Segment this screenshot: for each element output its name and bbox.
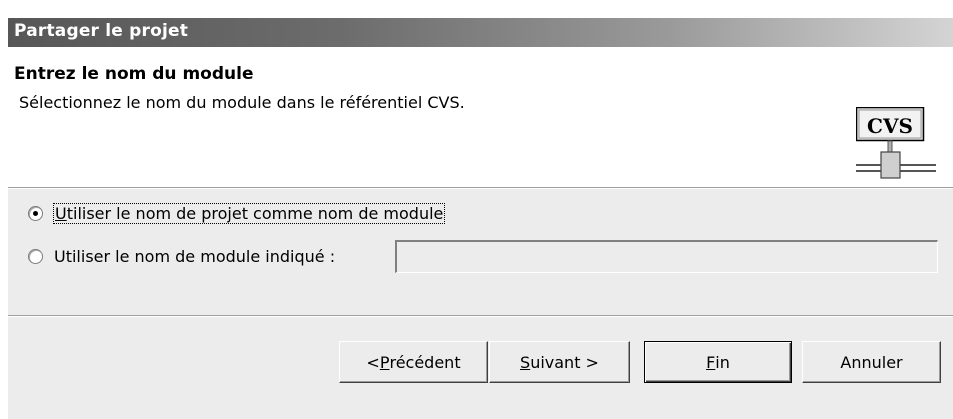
radio-use-specified-name[interactable] xyxy=(28,248,43,264)
access-key-f: F xyxy=(706,352,716,372)
wizard-page-description: Sélectionnez le nom du module dans le ré… xyxy=(19,93,465,112)
back-prefix: < xyxy=(366,352,380,372)
next-button[interactable]: Suivant > xyxy=(489,341,630,383)
access-key-u: U xyxy=(55,203,67,223)
cvs-repository-icon: CVS xyxy=(856,107,936,179)
access-key-s: S xyxy=(520,352,531,372)
wizard-header: Entrez le nom du module Sélectionnez le … xyxy=(8,47,953,187)
radio-use-project-name[interactable] xyxy=(28,205,43,221)
option-use-specified-name-label[interactable]: Utiliser le nom de module indiqué : xyxy=(54,247,335,266)
back-label: récédent xyxy=(389,352,461,372)
option-use-project-name-label[interactable]: Utiliser le nom de projet comme nom de m… xyxy=(52,202,446,224)
finish-label: in xyxy=(715,352,730,372)
share-project-dialog: Partager le projet Entrez le nom du modu… xyxy=(8,18,953,419)
back-button[interactable]: < Précédent xyxy=(339,341,488,383)
label-text: tiliser le nom de projet comme nom de mo… xyxy=(66,203,444,223)
cvs-icon-text: CVS xyxy=(867,114,913,138)
cancel-label: Annuler xyxy=(840,352,903,372)
module-name-input[interactable] xyxy=(395,240,938,273)
next-label: uivant > xyxy=(530,352,599,372)
cancel-button[interactable]: Annuler xyxy=(802,341,941,383)
option-use-project-name[interactable]: Utiliser le nom de projet comme nom de m… xyxy=(28,201,446,225)
header-separator-highlight xyxy=(8,188,953,189)
finish-button[interactable]: Fin xyxy=(644,341,792,383)
button-bar-separator-highlight xyxy=(8,316,953,317)
option-use-specified-name[interactable]: Utiliser le nom de module indiqué : xyxy=(28,244,335,268)
wizard-page-title: Entrez le nom du module xyxy=(14,64,254,84)
access-key-p: P xyxy=(379,352,390,372)
window-title: Partager le projet xyxy=(14,21,189,41)
title-bar: Partager le projet xyxy=(8,18,953,47)
